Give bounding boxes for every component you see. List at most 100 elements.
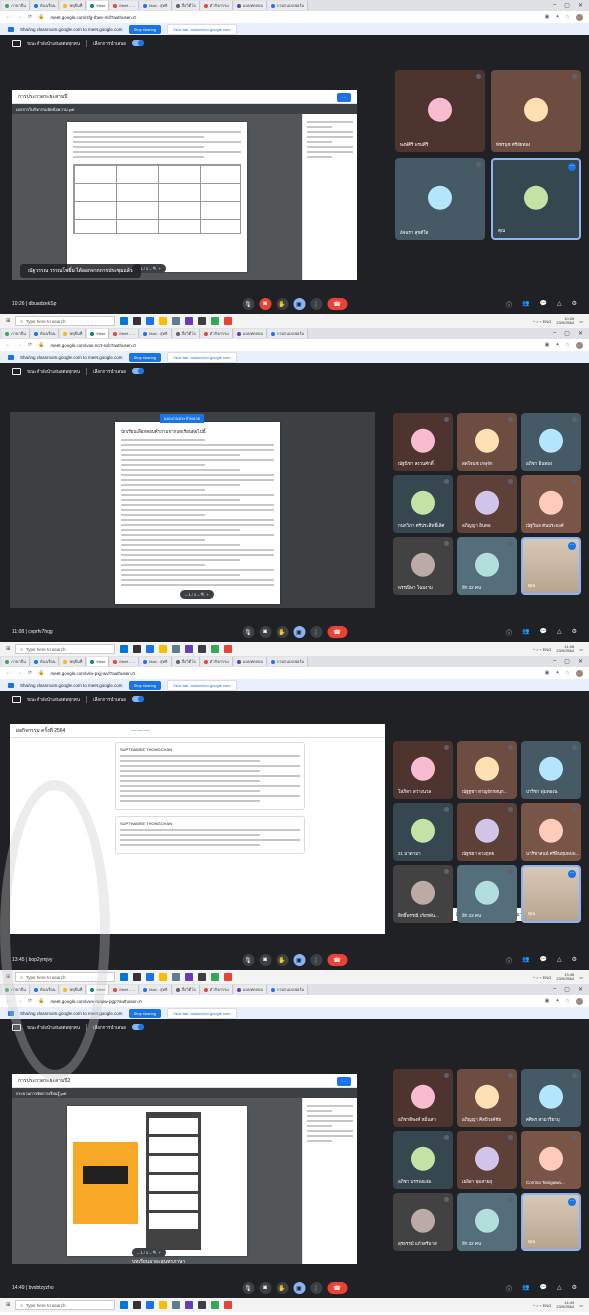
taskbar-app-icon[interactable] bbox=[146, 1301, 155, 1309]
maximize-icon[interactable]: ▢ bbox=[564, 330, 570, 337]
maximize-icon[interactable]: ▢ bbox=[564, 658, 570, 665]
participant-tile[interactable]: ณัฐนิชา สงวนศักดิ์ bbox=[393, 413, 453, 471]
participant-tile[interactable]: พัชรนุช ศรีอัยทอง bbox=[491, 70, 581, 152]
people-icon[interactable]: 👥 bbox=[522, 300, 529, 309]
url-field[interactable]: meet.google.com/vko-pxjj-wvf?authuser=0 bbox=[50, 671, 134, 676]
notification-icon[interactable]: ▭ bbox=[579, 647, 583, 652]
taskbar-app-icon[interactable] bbox=[198, 1301, 207, 1309]
camera-toggle-icon[interactable]: ◙ bbox=[259, 954, 271, 966]
browser-tab[interactable]: แบบทดสอบ bbox=[233, 657, 268, 666]
browser-tab[interactable]: Meet bbox=[87, 985, 110, 994]
close-icon[interactable]: ✕ bbox=[578, 330, 583, 337]
url-field[interactable]: meet.google.com/zfg-rbwv-mif?authuser=0 bbox=[50, 15, 135, 20]
star-icon[interactable]: ☆ bbox=[566, 342, 570, 348]
self-video-tile[interactable]: ⋯ คุณ bbox=[521, 1193, 581, 1251]
browser-tab[interactable]: แบบทดสอบ bbox=[233, 1, 268, 10]
info-icon[interactable]: ⓘ bbox=[506, 956, 512, 965]
more-options-icon[interactable]: ⋯ bbox=[568, 542, 576, 550]
taskbar-app-icon[interactable] bbox=[159, 317, 168, 325]
taskbar-app-icon[interactable] bbox=[185, 973, 194, 981]
minimize-icon[interactable]: – bbox=[553, 658, 556, 665]
taskbar-app-icon[interactable] bbox=[211, 645, 220, 653]
participant-tile[interactable]: อภิชา อินทอง bbox=[521, 413, 581, 471]
browser-tab[interactable]: Meet - ... bbox=[110, 1, 140, 10]
present-now-icon[interactable]: ▣ bbox=[293, 626, 305, 638]
close-icon[interactable]: ✕ bbox=[578, 986, 583, 993]
star-icon[interactable]: ☆ bbox=[566, 14, 570, 20]
camera-toggle-icon[interactable]: ◙ bbox=[259, 298, 271, 310]
close-icon[interactable]: ✕ bbox=[578, 2, 583, 9]
windows-start-icon[interactable]: ⊞ bbox=[6, 646, 10, 652]
more-options-icon[interactable]: ⋮ bbox=[310, 1282, 322, 1294]
browser-tab[interactable]: ห้องเรียน bbox=[30, 657, 60, 666]
people-icon[interactable]: 👥 bbox=[522, 956, 529, 965]
profile-avatar[interactable] bbox=[576, 669, 583, 677]
camera-icon[interactable]: ▣ bbox=[545, 14, 550, 20]
url-field[interactable]: meet.google.com/vwx-mapw-pgp?authuser=0 bbox=[50, 999, 141, 1004]
pdf-page-controls[interactable]: – 1 / 1 – 🔍 + bbox=[132, 1248, 166, 1257]
view-tab-button[interactable]: View tab: classroom.google.com bbox=[167, 23, 237, 35]
participant-tile[interactable]: พงษ์ศิริ พรมศิริ bbox=[395, 70, 485, 152]
browser-tab[interactable]: ภาษาจีน bbox=[2, 985, 30, 994]
activities-icon[interactable]: △ bbox=[557, 628, 562, 637]
back-icon[interactable]: ← bbox=[6, 998, 11, 1004]
host-controls-icon[interactable]: ⚙ bbox=[572, 1284, 577, 1293]
presentation-toggle[interactable] bbox=[132, 696, 145, 702]
taskbar-app-icon[interactable] bbox=[185, 645, 194, 653]
end-call-icon[interactable]: ☎ bbox=[327, 1282, 347, 1294]
windows-start-icon[interactable]: ⊞ bbox=[6, 974, 10, 980]
taskbar-search[interactable]: ⌕ Type here to search bbox=[15, 1300, 116, 1310]
stop-sharing-button[interactable]: Stop sharing bbox=[128, 680, 162, 690]
taskbar-app-icon[interactable] bbox=[120, 973, 129, 981]
back-icon[interactable]: ← bbox=[6, 14, 11, 20]
browser-tab[interactable]: Mail - สุทธิ bbox=[140, 329, 172, 338]
taskbar-app-icon[interactable] bbox=[120, 317, 129, 325]
info-icon[interactable]: ⓘ bbox=[506, 300, 512, 309]
browser-tab[interactable]: Meet - ... bbox=[110, 657, 140, 666]
browser-tab[interactable]: Mail - สุทธิ bbox=[140, 1, 172, 10]
host-controls-icon[interactable]: ⚙ bbox=[572, 300, 577, 309]
browser-tab[interactable]: สื่อวิดีโอ bbox=[172, 329, 200, 338]
taskbar-app-icon[interactable] bbox=[211, 973, 220, 981]
browser-tab[interactable]: Meet - ... bbox=[110, 985, 140, 994]
participant-tile[interactable]: อภิญญา อินทอ bbox=[457, 475, 517, 533]
taskbar-app-icon[interactable] bbox=[224, 317, 233, 325]
taskbar-app-icon[interactable] bbox=[133, 317, 142, 325]
taskbar-app-icon[interactable] bbox=[133, 1301, 142, 1309]
notification-icon[interactable]: ▭ bbox=[579, 319, 583, 324]
camera-icon[interactable]: ▣ bbox=[545, 670, 550, 676]
forward-icon[interactable]: → bbox=[17, 670, 22, 676]
taskbar-app-icon[interactable] bbox=[185, 1301, 194, 1309]
extensions-icon[interactable]: ✦ bbox=[555, 14, 559, 20]
reload-icon[interactable]: ⟳ bbox=[28, 342, 32, 348]
browser-tab[interactable]: Meet bbox=[87, 657, 110, 666]
windows-start-icon[interactable]: ⊞ bbox=[6, 1302, 10, 1308]
end-call-icon[interactable]: ☎ bbox=[327, 298, 347, 310]
raise-hand-icon[interactable]: ✋ bbox=[276, 954, 288, 966]
taskbar-app-icon[interactable] bbox=[172, 1301, 181, 1309]
reload-icon[interactable]: ⟳ bbox=[28, 14, 32, 20]
chat-icon[interactable]: 💬 bbox=[540, 1284, 547, 1293]
browser-tab[interactable]: ตัวกิจกรรม bbox=[200, 329, 233, 338]
taskbar-app-icon[interactable] bbox=[159, 645, 168, 653]
mic-icon[interactable]: 🎙 bbox=[242, 954, 254, 966]
raise-hand-icon[interactable]: ✋ bbox=[276, 626, 288, 638]
presentation-toggle[interactable] bbox=[132, 1024, 145, 1030]
mic-icon[interactable]: 🎙 bbox=[242, 626, 254, 638]
browser-tab[interactable]: Mail - สุทธิ bbox=[140, 985, 172, 994]
extensions-icon[interactable]: ✦ bbox=[555, 342, 559, 348]
mic-icon[interactable]: 🎙 bbox=[242, 1282, 254, 1294]
people-icon[interactable]: 👥 bbox=[522, 628, 529, 637]
browser-tab[interactable]: สื่อวิดีโอ bbox=[172, 657, 200, 666]
browser-tab[interactable]: ห้องเรียน bbox=[30, 329, 60, 338]
chat-icon[interactable]: 💬 bbox=[540, 956, 547, 965]
camera-toggle-icon[interactable]: ◙ bbox=[259, 1282, 271, 1294]
document-page-controls[interactable]: – 1 / 1 – 🔍 + bbox=[180, 590, 214, 599]
browser-tab[interactable]: พหุจีนที่ bbox=[60, 329, 87, 338]
browser-tab[interactable]: ภาษาจีน bbox=[2, 657, 30, 666]
participant-tile[interactable]: ศศิพร สามาริยาบุ bbox=[521, 1069, 581, 1127]
browser-tab[interactable]: พหุจีนที่ bbox=[60, 1, 87, 10]
more-options-icon[interactable]: ⋮ bbox=[310, 626, 322, 638]
choose-presentation[interactable]: เลือกการนำเสนอ bbox=[93, 696, 126, 703]
taskbar-app-icon[interactable] bbox=[159, 1301, 168, 1309]
